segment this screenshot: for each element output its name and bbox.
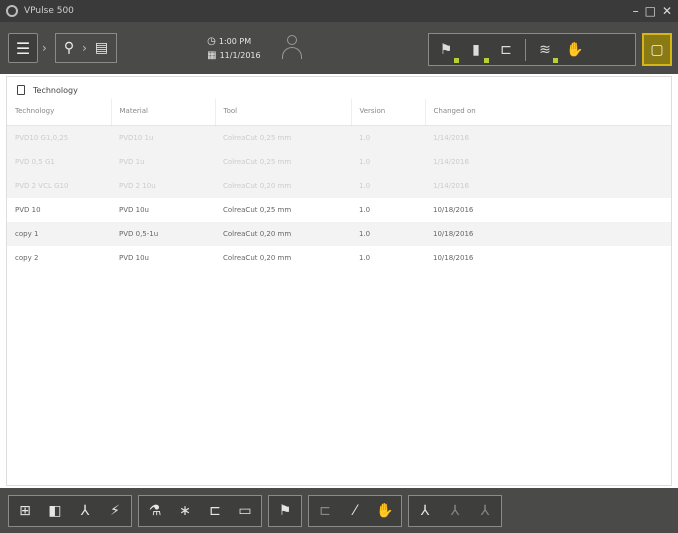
table-row[interactable]: copy 1 PVD 0,5-1u ColreaCut 0,20 mm 1.0 … (7, 222, 671, 246)
axes-move-icon[interactable]: ⅄ (415, 501, 435, 521)
chat-icon: ▢ (650, 41, 664, 58)
user-icon[interactable] (281, 35, 303, 61)
clock-display: ◷ 1:00 PM ▦ 11/1/2016 (207, 36, 260, 61)
cell-version: 1.0 (351, 125, 425, 150)
breadcrumb-separator-icon: › (42, 41, 47, 55)
cell-technology: copy 1 (7, 222, 111, 246)
table-row[interactable]: PVD10 G1,0,25 PVD10 1u ColreaCut 0,25 mm… (7, 125, 671, 150)
breadcrumb: ⚲ › ▤ (54, 33, 118, 63)
column-header-technology[interactable]: Technology (7, 99, 111, 126)
close-button[interactable]: ✕ (662, 5, 672, 17)
status-toolbar-group: ⚑ ▮ ⊏ ≋ ✋ (428, 33, 636, 66)
nc-icon[interactable]: ∗ (175, 501, 195, 521)
breadcrumb-separator-icon: › (82, 41, 87, 55)
table-header-row: Technology Material Tool Version Changed… (7, 99, 671, 126)
document-icon (17, 85, 25, 95)
cell-material: PVD 10u (119, 206, 149, 214)
minimize-button[interactable]: – (633, 5, 639, 17)
cell-tool: ColreaCut 0,25 mm (223, 206, 292, 214)
technology-table: Technology Material Tool Version Changed… (7, 99, 671, 270)
cell-technology: PVD 2 VCL G10 (7, 174, 111, 198)
tool-status-icon[interactable]: ⚑ (435, 39, 459, 63)
table-row[interactable]: PVD 0,5 G1 PVD 1u ColreaCut 0,25 mm 1.0 … (7, 150, 671, 174)
cell-changed-on: 1/14/2016 (425, 174, 671, 198)
hand-icon[interactable]: ✋ (564, 39, 586, 61)
section-header: Technology (7, 77, 671, 99)
column-header-version[interactable]: Version (350, 99, 425, 126)
message-button[interactable]: ▢ (642, 33, 672, 66)
axes-disabled-icon[interactable]: ⅄ (445, 501, 465, 521)
time-text: 1:00 PM (218, 36, 252, 46)
table-row[interactable]: PVD 10 PVD 10u ColreaCut 0,25 mm 1.0 10/… (7, 198, 671, 222)
tool-change-icon[interactable]: ⚑ (275, 501, 295, 521)
calendar-icon: ▦ (207, 49, 217, 61)
column-header-changed-on[interactable]: Changed on (424, 99, 671, 126)
door-icon[interactable]: ▮ (465, 39, 489, 63)
table-body: PVD10 G1,0,25 PVD10 1u ColreaCut 0,25 mm… (7, 125, 671, 271)
wand-icon[interactable]: ⚡ (105, 501, 125, 521)
bottom-group-right: ⊏ ⁄ ✋ (308, 494, 402, 527)
pulse-icon[interactable]: ≋ (534, 39, 558, 63)
connector-icon[interactable]: ⊏ (205, 501, 225, 521)
section-title: Technology (33, 85, 78, 95)
cell-material: PVD 0,5-1u (111, 222, 215, 246)
hamburger-icon: ☰ (15, 38, 31, 58)
axes-icon[interactable]: ⅄ (75, 501, 95, 521)
cell-tool: ColreaCut 0,20 mm (215, 174, 351, 198)
table-row[interactable]: PVD 2 VCL G10 PVD 2 10u ColreaCut 0,20 m… (7, 174, 671, 198)
bottom-group-far-right: ⅄ ⅄ ⅄ (408, 494, 502, 527)
cell-version: 1.0 (351, 222, 425, 246)
bottom-group-left: ⊞ ◧ ⅄ ⚡ (8, 494, 132, 527)
cell-tool: ColreaCut 0,25 mm (215, 125, 351, 150)
table-row[interactable]: copy 2 PVD 10u ColreaCut 0,20 mm 1.0 10/… (7, 246, 671, 270)
cell-technology: PVD 0,5 G1 (7, 150, 111, 174)
app-logo-icon (6, 5, 18, 17)
plug-icon[interactable]: ⊏ (495, 39, 517, 61)
window-title: VPulse 500 (24, 6, 74, 16)
cell-tool: ColreaCut 0,25 mm (215, 150, 351, 174)
bottom-group-middle: ⚗ ∗ ⊏ ▭ (138, 494, 262, 527)
connector-dim-icon[interactable]: ⊏ (315, 501, 335, 521)
cell-changed-on: 1/14/2016 (425, 150, 671, 174)
cell-technology: copy 2 (15, 254, 39, 262)
bottom-toolbar: ⊞ ◧ ⅄ ⚡ ⚗ ∗ ⊏ ▭ ⚑ ⊏ ⁄ ✋ ⅄ ⅄ ⅄ (0, 488, 678, 533)
cell-version: 1.0 (351, 174, 425, 198)
cell-technology: PVD10 G1,0,25 (7, 125, 111, 150)
cell-technology: PVD 10 (15, 206, 41, 214)
cell-changed-on: 1/14/2016 (425, 125, 671, 150)
cell-changed-on: 10/18/2016 (425, 222, 671, 246)
flask-icon[interactable]: ⚗ (145, 501, 165, 521)
cell-tool: ColreaCut 0,20 mm (215, 222, 351, 246)
clock-icon: ◷ (207, 35, 216, 47)
cell-tool: ColreaCut 0,20 mm (223, 254, 292, 262)
column-header-material[interactable]: Material (110, 99, 215, 126)
maximize-button[interactable]: □ (645, 5, 656, 17)
cell-version: 1.0 (351, 150, 425, 174)
cell-material: PVD 10u (119, 254, 149, 262)
slash-icon[interactable]: ⁄ (345, 501, 365, 521)
window-controls: – □ ✕ (633, 5, 672, 17)
cell-material: PVD 2 10u (111, 174, 215, 198)
breadcrumb-search-icon[interactable]: ⚲ (60, 40, 78, 56)
tray-icon[interactable]: ▭ (235, 501, 255, 521)
hand-stop-icon[interactable]: ✋ (375, 501, 395, 521)
machine-icon[interactable]: ⊞ (15, 501, 35, 521)
column-header-tool[interactable]: Tool (214, 99, 351, 126)
breadcrumb-document-icon[interactable]: ▤ (91, 40, 112, 56)
cell-changed-on: 10/18/2016 (433, 254, 474, 262)
toolbar-divider (525, 38, 526, 61)
title-bar: VPulse 500 – □ ✕ (0, 0, 678, 22)
cell-material: PVD10 1u (111, 125, 215, 150)
cell-version: 1.0 (359, 206, 371, 214)
menu-button[interactable]: ☰ (8, 33, 38, 63)
date-text: 11/1/2016 (219, 50, 261, 60)
cell-changed-on: 10/18/2016 (433, 206, 474, 214)
cell-material: PVD 1u (111, 150, 215, 174)
technology-panel: Technology Technology Material Tool Vers… (6, 76, 672, 486)
cell-version: 1.0 (359, 254, 371, 262)
bottom-group-tools: ⚑ (268, 494, 302, 527)
door-open-icon[interactable]: ◧ (45, 501, 65, 521)
axes-locked-icon[interactable]: ⅄ (475, 501, 495, 521)
